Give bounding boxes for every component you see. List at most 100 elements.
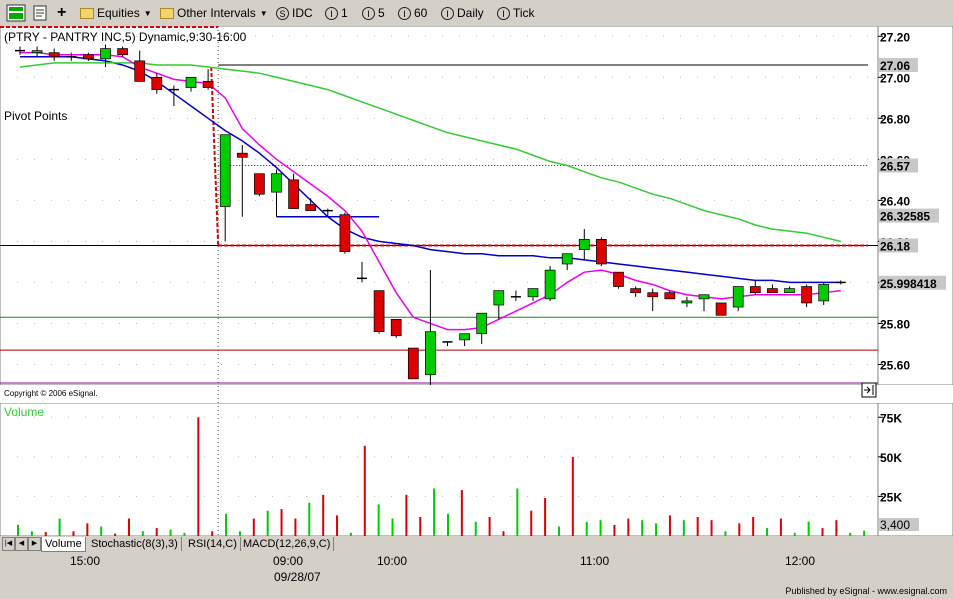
tab-volume[interactable]: Volume	[41, 537, 86, 552]
candle-body	[254, 173, 265, 195]
price-tick-label: 26.40	[880, 194, 910, 208]
candle-body	[801, 286, 812, 304]
equities-dropdown[interactable]: Equities ▼	[80, 3, 152, 23]
volume-last-badge: 3,400	[879, 518, 919, 532]
candle-body	[578, 238, 590, 250]
price-badge: 26.32585	[879, 208, 939, 224]
tab-rsi[interactable]: RSI(14,C)	[185, 537, 241, 551]
candle-body	[476, 312, 488, 335]
candle-body	[818, 284, 830, 302]
tab-stochastic[interactable]: Stochastic(8(3),3)	[88, 537, 182, 551]
candle-body	[407, 347, 419, 380]
candle-body	[561, 253, 573, 265]
svg-text:26.57: 26.57	[880, 159, 910, 173]
candle-body	[100, 48, 111, 60]
volume-panel	[0, 402, 879, 536]
candle-body	[151, 76, 163, 90]
candle-body	[236, 152, 248, 158]
svg-text:26.18: 26.18	[880, 240, 910, 254]
candle-body	[48, 52, 60, 58]
folder-icon	[80, 7, 94, 19]
interval-tick-button[interactable]: I Tick	[497, 3, 535, 23]
chart-header: (PTRY - PANTRY INC,5) Dynamic,9:30-16:00	[4, 30, 247, 44]
volume-tick-label: 50K	[880, 451, 902, 465]
price-tick-label: 25.60	[880, 358, 910, 372]
candle-body	[664, 292, 676, 300]
price-tick-label: 27.20	[880, 30, 910, 44]
interval-icon: I	[497, 6, 510, 20]
interval-5-button[interactable]: I 5	[362, 3, 385, 23]
copyright-strip	[0, 385, 878, 403]
time-label: 12:00	[785, 554, 816, 568]
price-tick-label: 27.00	[880, 71, 910, 85]
resize-icon[interactable]	[861, 382, 877, 398]
study-label: Pivot Points	[4, 109, 67, 123]
candle-body	[767, 288, 778, 294]
candle-body	[681, 300, 693, 304]
candle-body	[373, 290, 385, 333]
svg-text:26.32585: 26.32585	[880, 210, 930, 224]
candle-body	[544, 269, 556, 300]
candle-body	[527, 288, 539, 298]
candle-body	[493, 290, 505, 306]
candle-body	[749, 286, 761, 294]
axis-gap	[878, 385, 953, 403]
candle-body	[596, 238, 607, 265]
interval-1-button[interactable]: I 1	[325, 3, 348, 23]
chart-area[interactable]: 27.2027.0026.8026.6026.4026.2026.0025.80…	[0, 26, 953, 536]
candle-body	[305, 204, 317, 211]
tab-first-button[interactable]: |◀	[2, 537, 15, 551]
candle-body	[288, 179, 299, 209]
tab-next-button[interactable]: ▶	[28, 537, 41, 551]
candle-body	[134, 60, 146, 82]
footer: Published by eSignal - www.esignal.com	[0, 586, 953, 599]
svg-text:27.06: 27.06	[880, 59, 910, 73]
candle-body	[698, 294, 710, 300]
interval-daily-button[interactable]: I Daily	[441, 3, 484, 23]
chevron-down-icon: ▼	[143, 8, 152, 18]
price-tick-label: 26.80	[880, 112, 910, 126]
candle-body	[630, 288, 641, 294]
intervals-dropdown[interactable]: Other Intervals ▼	[160, 3, 268, 23]
tab-prev-button[interactable]: ◀	[15, 537, 28, 551]
candle-body	[715, 302, 727, 316]
copyright-text: Copyright © 2006 eSignal.	[4, 389, 98, 398]
candle-body	[117, 48, 128, 56]
candle-body	[339, 214, 351, 253]
price-badge: 25.998418	[879, 275, 946, 291]
price-badge: 26.57	[879, 158, 918, 173]
volume-tick-label: 25K	[880, 490, 902, 504]
candle-body	[784, 288, 795, 294]
candle-body	[202, 81, 214, 88]
svg-text:25.998418: 25.998418	[880, 277, 937, 291]
symbol-idc-button[interactable]: S IDC	[276, 3, 313, 23]
candle-body	[613, 271, 624, 287]
time-label: 10:00	[377, 554, 408, 568]
time-label: 15:00	[70, 554, 101, 568]
price-tick-label: 25.80	[880, 317, 910, 331]
price-badge: 27.06	[879, 57, 918, 73]
candle-body	[83, 54, 94, 60]
toolbar: + Equities ▼ Other Intervals ▼ S IDC I 1…	[0, 0, 953, 26]
volume-tick-label: 75K	[880, 411, 902, 425]
volume-label: Volume	[4, 405, 44, 419]
interval-icon: I	[362, 6, 375, 20]
candle-body	[647, 292, 659, 298]
properties-icon[interactable]	[32, 3, 50, 23]
interval-icon: I	[325, 6, 338, 20]
symbol-icon: S	[276, 6, 289, 20]
candle-body	[271, 173, 282, 193]
candle-body	[732, 286, 744, 308]
tab-macd[interactable]: MACD(12,26,9,C)	[240, 537, 335, 551]
candle-body	[185, 76, 197, 88]
time-label: 09:00	[273, 554, 304, 568]
chevron-down-icon: ▼	[259, 8, 268, 18]
layout-icon[interactable]	[6, 3, 26, 23]
price-panel	[0, 26, 879, 386]
time-axis: 15:00 09:00 10:00 11:00 12:00 09/28/07	[0, 552, 953, 588]
candle-body	[390, 319, 402, 337]
svg-text:3,400: 3,400	[880, 518, 910, 532]
crosshair-icon[interactable]: +	[57, 3, 66, 23]
interval-60-button[interactable]: I 60	[398, 3, 427, 23]
candle-body	[425, 331, 436, 376]
